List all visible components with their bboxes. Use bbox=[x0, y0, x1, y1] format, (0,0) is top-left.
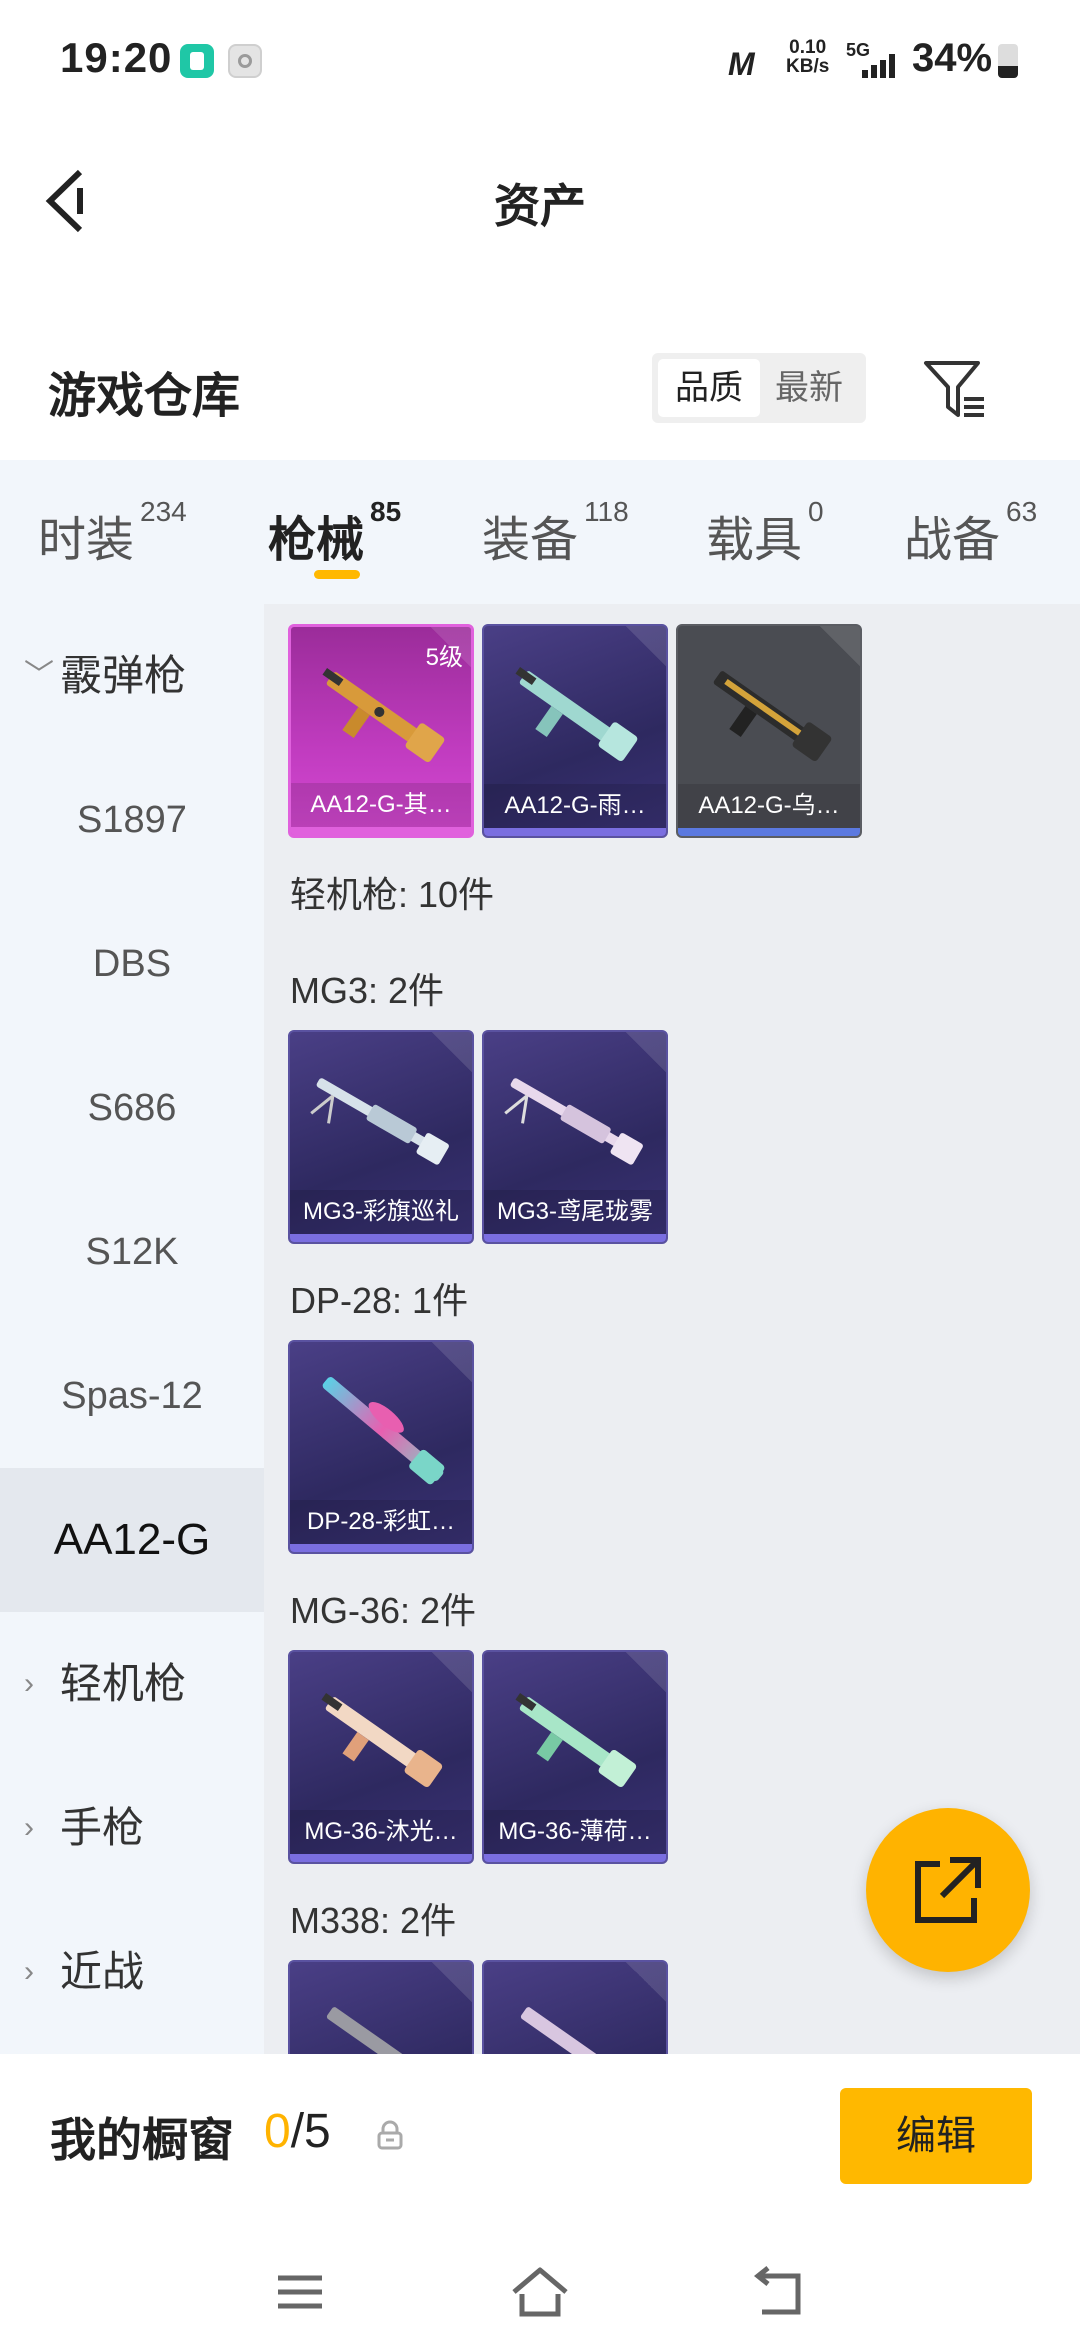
tab-weapons[interactable]: 枪械85 bbox=[268, 496, 401, 570]
status-bar: 19:20 M 0.10 KB/s 5G 34% bbox=[0, 0, 1080, 120]
sidebar-item-s1897[interactable]: S1897 bbox=[0, 748, 264, 892]
tab-supplies[interactable]: 战备63 bbox=[904, 496, 1037, 570]
machine-gun-icon bbox=[520, 2007, 625, 2054]
tab-equipment[interactable]: 装备118 bbox=[482, 496, 629, 570]
item-card[interactable]: MG3-彩旗巡礼 bbox=[288, 1030, 474, 1244]
back-icon bbox=[753, 2266, 801, 2315]
item-card[interactable]: AA12-G-雨… bbox=[482, 624, 668, 838]
sidebar-category-lmg[interactable]: › 轻机枪 bbox=[0, 1612, 264, 1756]
sidebar-category-pistol[interactable]: › 手枪 bbox=[0, 1756, 264, 1900]
sort-toggle: 品质 最新 bbox=[652, 353, 866, 423]
item-card[interactable]: MG3-鸢尾珑雾 bbox=[482, 1030, 668, 1244]
settings-notification-icon bbox=[228, 44, 262, 78]
home-button[interactable] bbox=[510, 2262, 570, 2322]
item-name: AA12-G-其… bbox=[291, 783, 471, 827]
machine-gun-icon bbox=[310, 1078, 449, 1165]
filter-icon bbox=[924, 361, 984, 417]
section-total-lmg: 轻机枪: 10件 bbox=[290, 874, 495, 915]
shotgun-icon bbox=[322, 668, 445, 762]
item-name: AA12-G-乌… bbox=[678, 784, 860, 828]
status-time: 19:20 bbox=[60, 34, 173, 81]
sidebar-item-dbs[interactable]: DBS bbox=[0, 892, 264, 1036]
page-title: 资产 bbox=[494, 180, 586, 232]
sidebar-category-shotgun[interactable]: ﹀ 霰弹枪 bbox=[0, 604, 264, 748]
group-title: MG-36: 2件 bbox=[290, 1590, 477, 1631]
item-card[interactable]: AA12-G-乌… bbox=[676, 624, 862, 838]
item-name: MG3-鸢尾珑雾 bbox=[484, 1190, 666, 1234]
sidebar-item-s12k[interactable]: S12K bbox=[0, 1180, 264, 1324]
shotgun-icon bbox=[713, 671, 832, 761]
category-tabs: 时装234 枪械85 装备118 载具0 战备63 bbox=[0, 460, 1080, 604]
item-name: MG-36-薄荷… bbox=[484, 1810, 666, 1854]
chevron-right-icon: › bbox=[24, 1955, 34, 1988]
menu-icon bbox=[278, 2275, 322, 2309]
sidebar-item-aa12g[interactable]: AA12-G bbox=[0, 1468, 264, 1612]
group-title: MG3: 2件 bbox=[290, 970, 445, 1011]
machine-gun-icon bbox=[322, 1377, 445, 1485]
share-export-icon bbox=[915, 1857, 981, 1923]
back-nav-button[interactable] bbox=[750, 2262, 810, 2322]
sidebar-category-melee[interactable]: › 近战 bbox=[0, 1900, 264, 2044]
machine-gun-icon bbox=[321, 1693, 443, 1787]
showcase-label: 我的橱窗 bbox=[50, 2114, 234, 2166]
item-card[interactable] bbox=[288, 1960, 474, 2054]
machine-gun-icon bbox=[515, 1693, 637, 1787]
active-tab-indicator bbox=[314, 570, 360, 579]
group-title: M338: 2件 bbox=[290, 1900, 457, 1941]
item-name: MG3-彩旗巡礼 bbox=[290, 1190, 472, 1234]
sidebar-item-spas12[interactable]: Spas-12 bbox=[0, 1324, 264, 1468]
item-card[interactable] bbox=[482, 1960, 668, 2054]
menu-button[interactable] bbox=[270, 2262, 330, 2322]
battery-percent: 34% bbox=[912, 36, 993, 80]
item-name: DP-28-彩虹… bbox=[290, 1500, 472, 1544]
item-name: MG-36-沐光… bbox=[290, 1810, 472, 1854]
machine-gun-icon bbox=[326, 2007, 431, 2054]
lock-icon bbox=[377, 2120, 403, 2150]
item-card[interactable]: 5级 AA12-G-其… bbox=[288, 624, 474, 838]
tab-fashion[interactable]: 时装234 bbox=[38, 496, 187, 570]
shotgun-icon bbox=[515, 667, 638, 761]
showcase-bar: 我的橱窗 0/5 编辑 bbox=[0, 2054, 1080, 2234]
chevron-down-icon: ﹀ bbox=[24, 659, 54, 692]
carrier-icon: M bbox=[728, 46, 755, 82]
home-icon bbox=[512, 2267, 568, 2317]
system-nav-bar bbox=[0, 2234, 1080, 2344]
chevron-right-icon: › bbox=[24, 1667, 34, 1700]
sidebar: ﹀ 霰弹枪 S1897 DBS S686 S12K Spas-12 AA12-G… bbox=[0, 604, 264, 2054]
filter-button[interactable] bbox=[920, 355, 990, 425]
machine-gun-icon bbox=[504, 1078, 643, 1165]
chevron-right-icon: › bbox=[24, 1811, 34, 1844]
header: 资产 bbox=[0, 140, 1080, 260]
warehouse-title: 游戏仓库 bbox=[48, 370, 241, 423]
battery-icon bbox=[998, 44, 1018, 78]
tab-vehicles[interactable]: 载具0 bbox=[706, 496, 824, 570]
signal-icon: 5G bbox=[846, 40, 906, 80]
item-card[interactable]: MG-36-薄荷… bbox=[482, 1650, 668, 1864]
group-title: DP-28: 1件 bbox=[290, 1280, 469, 1321]
item-name: AA12-G-雨… bbox=[484, 784, 666, 828]
sort-by-quality[interactable]: 品质 bbox=[658, 359, 760, 417]
app-notification-icon bbox=[180, 44, 214, 78]
item-card[interactable]: DP-28-彩虹… bbox=[288, 1340, 474, 1554]
item-card[interactable]: MG-36-沐光… bbox=[288, 1650, 474, 1864]
showcase-count: 0/5 bbox=[264, 2105, 331, 2158]
sort-by-newest[interactable]: 最新 bbox=[758, 359, 860, 417]
sidebar-item-s686[interactable]: S686 bbox=[0, 1036, 264, 1180]
edit-button[interactable]: 编辑 bbox=[840, 2088, 1032, 2184]
network-speed: 0.10 KB/s bbox=[786, 37, 830, 77]
share-button[interactable] bbox=[866, 1808, 1030, 1972]
